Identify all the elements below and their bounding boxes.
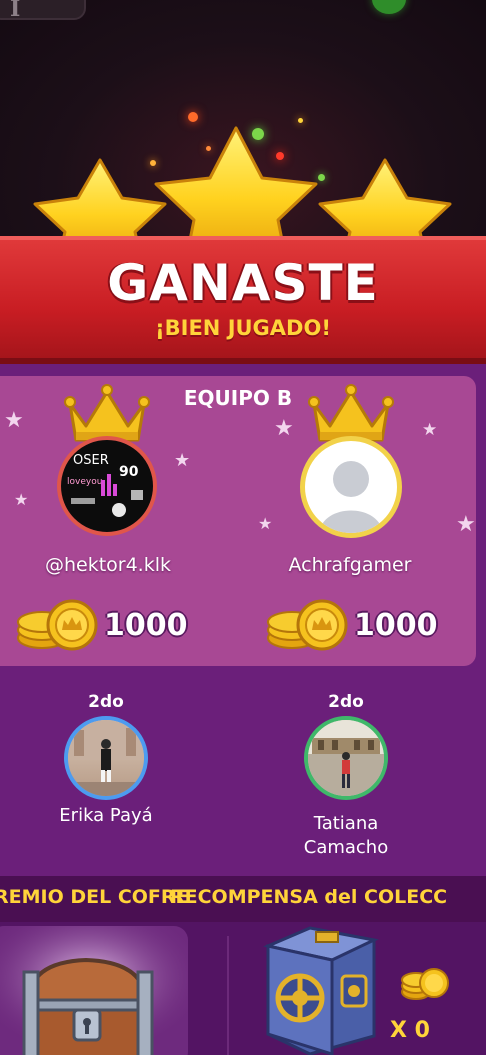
- coin-stack-icon: [17, 599, 98, 651]
- opponent-avatar: [64, 716, 148, 800]
- back-button[interactable]: I: [0, 0, 86, 22]
- prize-header: REMIO DEL COFRE RECOMPENSA del COLECC: [0, 876, 486, 922]
- opponent-rank: 2do: [88, 692, 124, 712]
- victory-title: GANASTE: [107, 254, 379, 312]
- collection-reward-label: RECOMPENSA del COLECC: [170, 886, 448, 908]
- player-name: Achrafgamer: [288, 554, 412, 576]
- opponent-name: Tatiana Camacho: [266, 812, 426, 860]
- divider: [227, 936, 229, 1055]
- opponent-name-line: Tatiana: [313, 813, 379, 834]
- avatar-text: loveyou: [67, 477, 102, 487]
- victory-subtitle: ¡BIEN JUGADO!: [155, 316, 331, 340]
- back-icon: I: [10, 0, 21, 22]
- chest-card[interactable]: [0, 926, 188, 1055]
- opponent-name: Erika Payá: [59, 805, 153, 826]
- crown-icon: [308, 384, 394, 442]
- reward-coins: 1000: [266, 598, 438, 652]
- avatar-text: OSER: [73, 453, 109, 468]
- team-panel: EQUIPO B ★ ★ ★ ★ ★ ★ ★ OSER 90 loveyou @…: [0, 376, 476, 666]
- reward-coins: 1000: [16, 598, 188, 652]
- opponent-name-line: Camacho: [303, 837, 389, 858]
- opponent-rank: 2do: [328, 692, 364, 712]
- vault-icon[interactable]: [250, 924, 390, 1055]
- chest-prize-label: REMIO DEL COFRE: [0, 886, 189, 908]
- coin-stack-icon: [401, 968, 449, 1000]
- crown-icon: [64, 384, 150, 442]
- opponent-1[interactable]: 2do Erika Payá: [26, 692, 186, 842]
- coin-amount: 1000: [354, 607, 438, 643]
- team-player-2[interactable]: Achrafgamer 1000: [240, 376, 460, 666]
- coin-amount: 1000: [104, 607, 188, 643]
- default-avatar-icon: [300, 436, 402, 538]
- victory-banner: GANASTE ¡BIEN JUGADO!: [0, 236, 486, 358]
- player-avatar: OSER 90 loveyou: [57, 436, 157, 536]
- coin-stack-icon: [267, 599, 348, 651]
- avatar-text: 90: [119, 464, 139, 480]
- opponent-2[interactable]: 2do Tatiana Camacho: [266, 692, 426, 862]
- opponent-avatar: [304, 716, 388, 800]
- player-name: @hektor4.klk: [44, 554, 172, 576]
- team-player-1[interactable]: OSER 90 loveyou @hektor4.klk 1000: [0, 376, 218, 666]
- treasure-chest-icon: [0, 926, 188, 1055]
- collection-count: X 0: [390, 1018, 430, 1043]
- gem-icon: [372, 0, 406, 14]
